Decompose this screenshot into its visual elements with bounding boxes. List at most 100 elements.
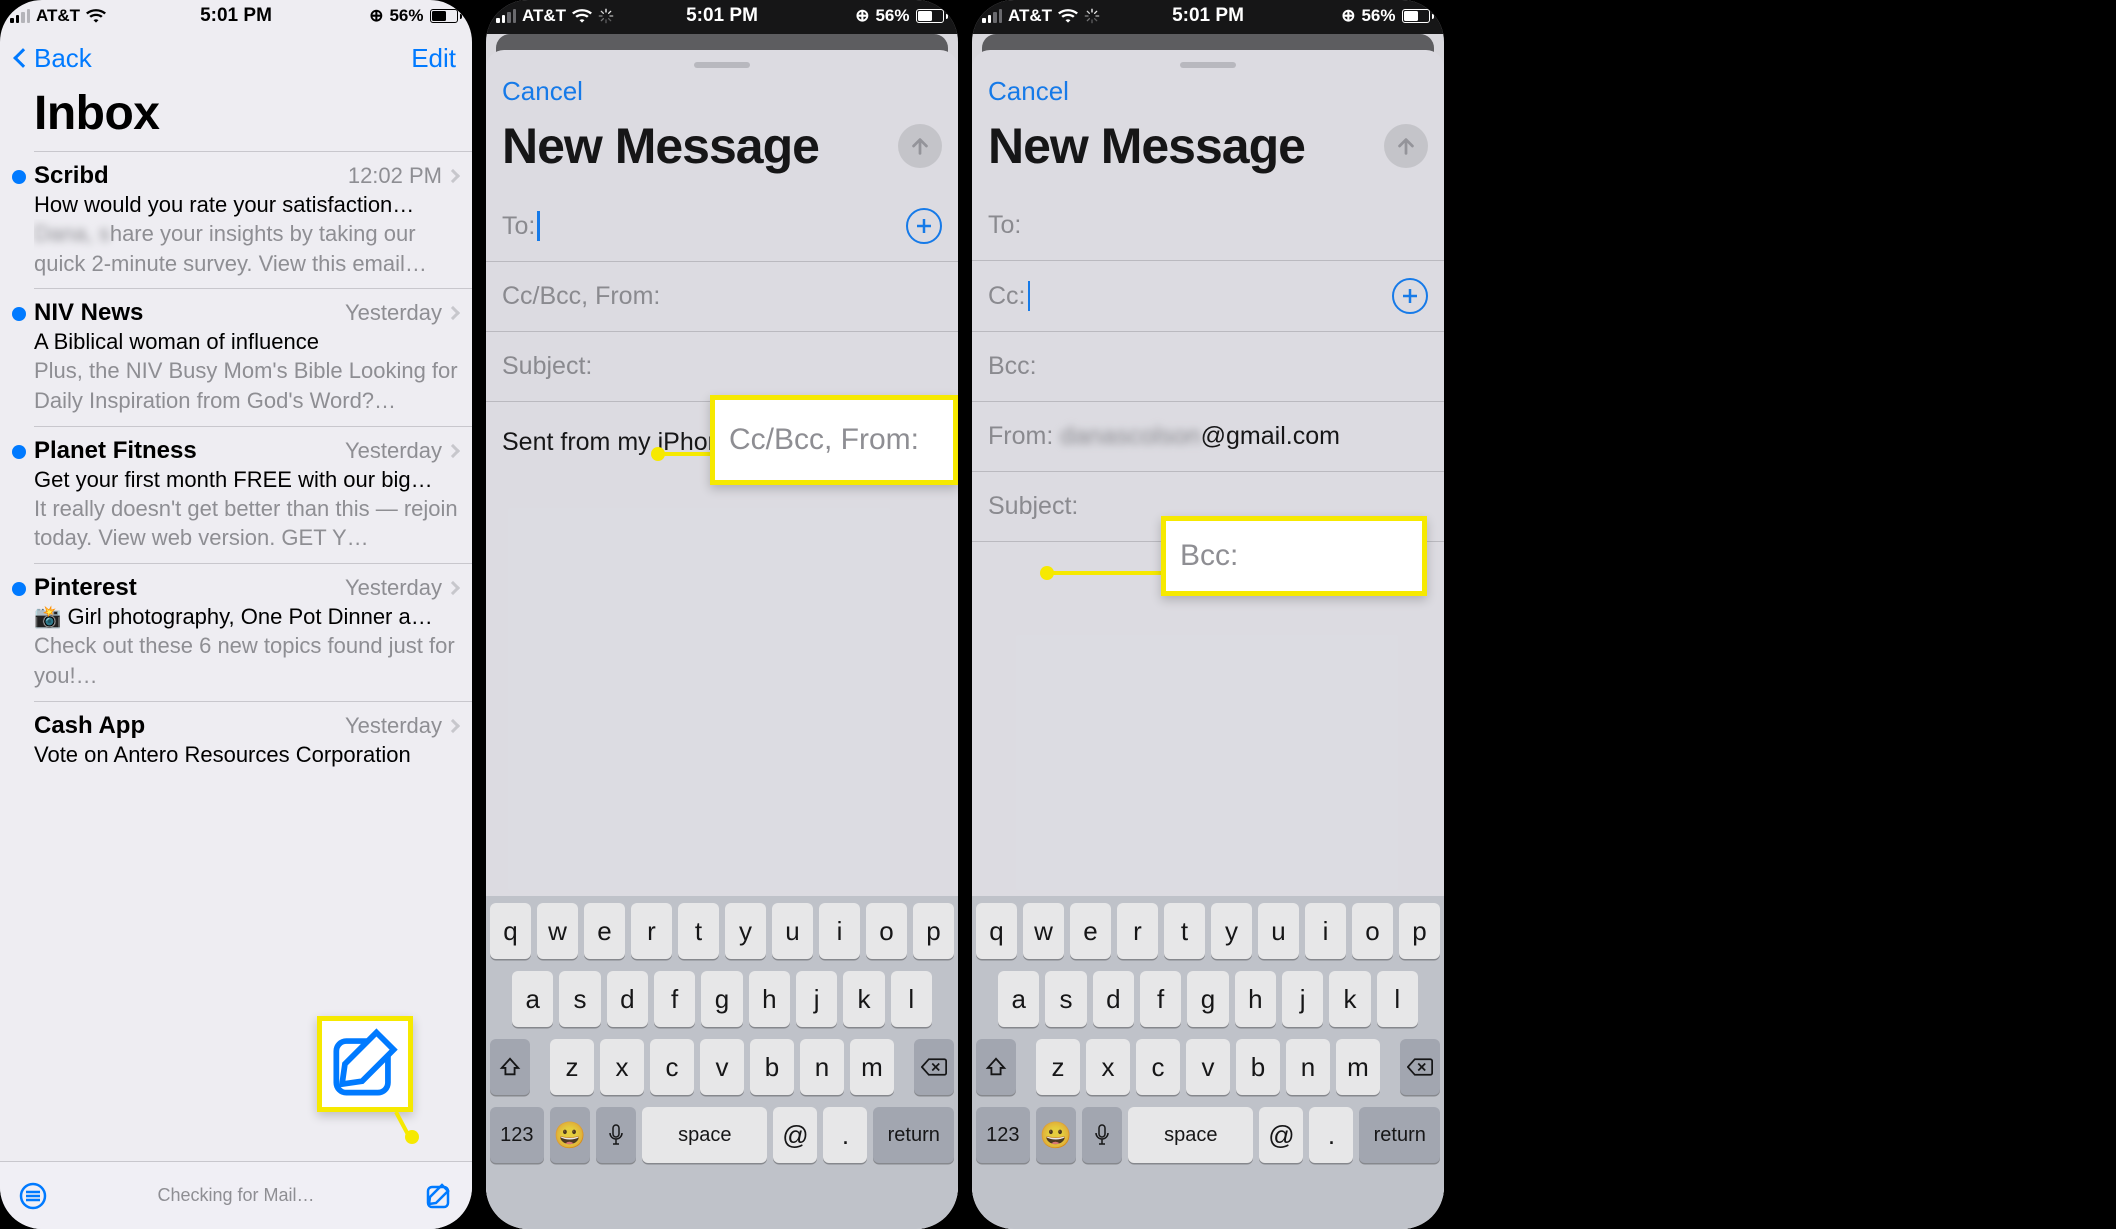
key-t[interactable]: t xyxy=(1164,903,1205,959)
battery-icon xyxy=(430,9,463,23)
key-j[interactable]: j xyxy=(1282,971,1323,1027)
chevron-right-icon xyxy=(446,718,460,732)
dot-key[interactable]: . xyxy=(823,1107,867,1163)
drag-handle[interactable] xyxy=(694,62,750,68)
cc-field[interactable]: Cc: xyxy=(972,261,1444,332)
key-v[interactable]: v xyxy=(1186,1039,1230,1095)
cancel-button[interactable]: Cancel xyxy=(972,70,1444,111)
key-r[interactable]: r xyxy=(631,903,672,959)
key-y[interactable]: y xyxy=(725,903,766,959)
send-button[interactable] xyxy=(898,124,942,168)
key-s[interactable]: s xyxy=(1045,971,1086,1027)
key-f[interactable]: f xyxy=(654,971,695,1027)
key-k[interactable]: k xyxy=(843,971,884,1027)
filter-button[interactable] xyxy=(18,1181,48,1211)
dictate-key[interactable] xyxy=(596,1107,636,1163)
key-e[interactable]: e xyxy=(584,903,625,959)
back-button[interactable]: Back xyxy=(16,43,92,74)
space-key[interactable]: space xyxy=(642,1107,767,1163)
message-row[interactable]: Scribd12:02 PM How would you rate your s… xyxy=(0,152,472,288)
key-a[interactable]: a xyxy=(512,971,553,1027)
emoji-key[interactable]: 😀 xyxy=(550,1107,590,1163)
key-c[interactable]: c xyxy=(1136,1039,1180,1095)
numeric-key[interactable]: 123 xyxy=(490,1107,544,1163)
key-x[interactable]: x xyxy=(1086,1039,1130,1095)
shift-key[interactable] xyxy=(490,1039,530,1095)
key-l[interactable]: l xyxy=(1377,971,1418,1027)
key-x[interactable]: x xyxy=(600,1039,644,1095)
key-c[interactable]: c xyxy=(650,1039,694,1095)
key-q[interactable]: q xyxy=(976,903,1017,959)
key-d[interactable]: d xyxy=(1093,971,1134,1027)
send-button[interactable] xyxy=(1384,124,1428,168)
message-row[interactable]: Planet FitnessYesterday Get your first m… xyxy=(0,427,472,563)
emoji-key[interactable]: 😀 xyxy=(1036,1107,1076,1163)
key-i[interactable]: i xyxy=(819,903,860,959)
key-g[interactable]: g xyxy=(1187,971,1228,1027)
key-b[interactable]: b xyxy=(750,1039,794,1095)
key-d[interactable]: d xyxy=(607,971,648,1027)
backspace-key[interactable] xyxy=(1400,1039,1440,1095)
edit-button[interactable]: Edit xyxy=(411,43,456,74)
to-field[interactable]: To: xyxy=(486,191,958,262)
subject-field[interactable]: Subject: xyxy=(486,332,958,402)
message-row[interactable]: Cash AppYesterday Vote on Antero Resourc… xyxy=(0,702,472,778)
add-contact-button[interactable] xyxy=(906,208,942,244)
key-r[interactable]: r xyxy=(1117,903,1158,959)
key-i[interactable]: i xyxy=(1305,903,1346,959)
message-row[interactable]: NIV NewsYesterday A Biblical woman of in… xyxy=(0,289,472,425)
key-t[interactable]: t xyxy=(678,903,719,959)
key-h[interactable]: h xyxy=(749,971,790,1027)
key-z[interactable]: z xyxy=(550,1039,594,1095)
key-e[interactable]: e xyxy=(1070,903,1111,959)
cancel-button[interactable]: Cancel xyxy=(486,70,958,111)
dot-key[interactable]: . xyxy=(1309,1107,1353,1163)
at-key[interactable]: @ xyxy=(773,1107,817,1163)
key-u[interactable]: u xyxy=(1258,903,1299,959)
message-row[interactable]: PinterestYesterday 📸 Girl photography, O… xyxy=(0,564,472,700)
key-n[interactable]: n xyxy=(800,1039,844,1095)
numeric-key[interactable]: 123 xyxy=(976,1107,1030,1163)
key-b[interactable]: b xyxy=(1236,1039,1280,1095)
key-l[interactable]: l xyxy=(891,971,932,1027)
compose-button[interactable] xyxy=(424,1181,454,1211)
key-n[interactable]: n xyxy=(1286,1039,1330,1095)
bcc-field[interactable]: Bcc: xyxy=(972,332,1444,402)
ccbcc-from-field[interactable]: Cc/Bcc, From: xyxy=(486,262,958,332)
return-key[interactable]: return xyxy=(1359,1107,1440,1163)
key-o[interactable]: o xyxy=(1352,903,1393,959)
shift-key[interactable] xyxy=(976,1039,1016,1095)
unread-dot-icon xyxy=(12,445,26,459)
space-key[interactable]: space xyxy=(1128,1107,1253,1163)
key-h[interactable]: h xyxy=(1235,971,1276,1027)
backspace-key[interactable] xyxy=(914,1039,954,1095)
return-key[interactable]: return xyxy=(873,1107,954,1163)
key-u[interactable]: u xyxy=(772,903,813,959)
key-y[interactable]: y xyxy=(1211,903,1252,959)
key-p[interactable]: p xyxy=(913,903,954,959)
key-p[interactable]: p xyxy=(1399,903,1440,959)
key-f[interactable]: f xyxy=(1140,971,1181,1027)
key-o[interactable]: o xyxy=(866,903,907,959)
compose-panel-collapsed: AT&T 5:01 PM ⊕ 56% Cancel New Message To… xyxy=(486,0,958,1229)
status-bar: AT&T 5:01 PM ⊕ 56% xyxy=(0,0,472,28)
dictate-key[interactable] xyxy=(1082,1107,1122,1163)
key-v[interactable]: v xyxy=(700,1039,744,1095)
at-key[interactable]: @ xyxy=(1259,1107,1303,1163)
key-m[interactable]: m xyxy=(1336,1039,1380,1095)
to-field[interactable]: To: xyxy=(972,191,1444,261)
key-g[interactable]: g xyxy=(701,971,742,1027)
add-contact-button[interactable] xyxy=(1392,278,1428,314)
key-w[interactable]: w xyxy=(537,903,578,959)
key-k[interactable]: k xyxy=(1329,971,1370,1027)
drag-handle[interactable] xyxy=(1180,62,1236,68)
key-z[interactable]: z xyxy=(1036,1039,1080,1095)
key-q[interactable]: q xyxy=(490,903,531,959)
key-a[interactable]: a xyxy=(998,971,1039,1027)
key-m[interactable]: m xyxy=(850,1039,894,1095)
key-s[interactable]: s xyxy=(559,971,600,1027)
from-field[interactable]: From: danascolson@gmail.com xyxy=(972,402,1444,472)
page-title: Inbox xyxy=(0,78,472,151)
key-w[interactable]: w xyxy=(1023,903,1064,959)
key-j[interactable]: j xyxy=(796,971,837,1027)
